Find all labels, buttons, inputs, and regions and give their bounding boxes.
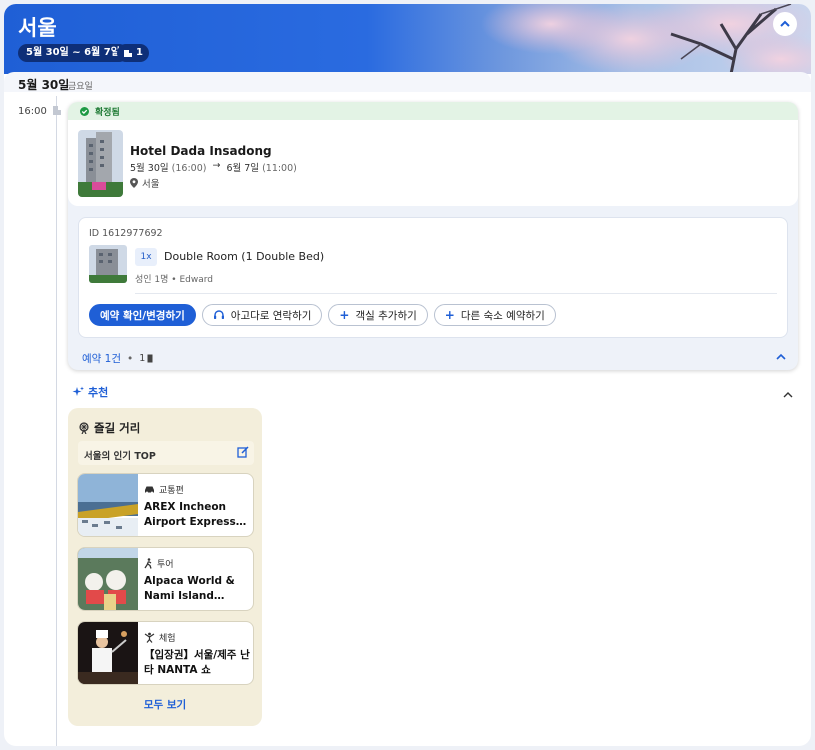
booking-count-toggle[interactable]: 예약 1건 • 1 [82,351,153,366]
recommend-title: 추천 [88,386,109,399]
room-count: 1 [139,353,153,364]
city-title: 서울 [18,16,57,40]
room-photo [89,245,127,283]
divider [135,293,777,294]
rooms-count: 1 [136,47,143,58]
activity-photo [78,548,138,610]
timeline-time: 16:00 [18,106,47,117]
activity-card-arex[interactable]: 교통편 AREX Incheon Airport Express… [77,473,254,537]
recommend-header: 추천 [72,384,108,400]
check-circle-icon [80,106,89,116]
guest-info: 성인 1명 • Edward [135,275,213,285]
activity-category-label: 교통편 [159,486,184,496]
activities-panel: 즐길 거리 서울의 인기 TOP 교통편 AREX Incheon Airpor… [68,408,262,726]
activity-category: 체험 [144,631,176,644]
checkout-time: (11:00) [262,163,297,174]
headset-icon [213,310,224,319]
room-quantity: 1x [135,248,157,266]
car-icon [145,486,154,494]
hotel-summary[interactable]: Hotel Dada Insadong 5월 30일 (16:00) → 6월 … [68,120,798,206]
checkout-date: 6월 7일 [226,163,260,174]
activity-card-alpaca[interactable]: 투어 Alpaca World & Nami Island… [77,547,254,611]
plus-icon: + [444,308,455,322]
contact-agoda-label: 아고다로 연락하기 [230,309,312,322]
checkin-time: (16:00) [171,163,207,174]
edit-icon[interactable] [236,445,250,459]
map-pin-icon [130,178,138,188]
day-header: 5월 30일 금요일 [4,72,811,92]
collapse-header-button[interactable] [773,12,797,36]
popular-top-label: 서울의 인기 TOP [84,451,156,462]
arrow-icon: → [212,160,221,171]
activity-name: AREX Incheon Airport Express… [144,501,247,528]
chevron-up-icon [780,20,790,27]
activities-title-row: 즐길 거리 [78,420,140,436]
activity-photo [78,622,138,684]
book-other-stay-label: 다른 숙소 예약하기 [460,309,545,322]
room-details: ID 1612977692 1x Double Room (1 Double B… [78,217,788,338]
popular-top-header: 서울의 인기 TOP [78,441,254,465]
hotel-location: 서울 [130,176,159,190]
see-all-link[interactable]: 모두 보기 [68,697,262,712]
contact-agoda-button[interactable]: 아고다로 연락하기 [201,304,323,326]
date-range-chip: 5월 30일 ~ 6월 7일 [18,44,128,62]
checkin-date: 5월 30일 [130,163,169,174]
timeline-line [56,96,57,746]
door-icon [147,354,153,363]
hotel-name[interactable]: Hotel Dada Insadong [130,144,272,158]
day-weekday: 금요일 [68,82,93,92]
activity-card-nanta[interactable]: 체험 【입장권】서울/제주 난타 NANTA 쇼 [77,621,254,685]
trip-banner: 서울 5월 30일 ~ 6월 7일 1 [4,4,811,74]
activities-title: 즐길 거리 [94,421,141,435]
plus-icon: + [339,308,350,322]
activity-name: Alpaca World & Nami Island… [144,575,235,602]
status-text: 확정됨 [95,107,120,118]
book-other-stay-button[interactable]: + 다른 숙소 예약하기 [433,304,556,326]
cherry-blossom-image [481,4,811,74]
stay-dates: 5월 30일 (16:00) → 6월 7일 (11:00) [130,160,297,174]
activity-photo [78,474,138,536]
chevron-up-icon[interactable] [774,350,788,364]
rooms-chip: 1 [117,44,149,62]
hotel-photo [78,130,123,197]
performer-icon [144,632,155,643]
activity-category: 교통편 [144,483,184,496]
trip-frame: 서울 5월 30일 ~ 6월 7일 1 5월 30일 금요일 16:00 확정됨 [4,4,811,746]
status-badge: 확정됨 [68,102,798,120]
confirm-change-button[interactable]: 예약 확인/변경하기 [89,304,196,326]
day-date: 5월 30일 [18,78,70,92]
reservation-id: ID 1612977692 [89,228,163,239]
room-count-value: 1 [139,353,146,364]
activity-category-label: 체험 [159,634,176,644]
walking-icon [144,558,152,569]
activity-category-label: 투어 [157,560,174,570]
add-room-label: 객실 추가하기 [355,309,417,322]
hotel-icon [53,106,61,115]
hotel-icon [124,50,132,57]
activity-category: 투어 [144,557,174,570]
separator-dot: • [127,352,134,365]
location-text: 서울 [142,179,160,190]
room-name: Double Room (1 Double Bed) [164,250,325,263]
booking-actions: 예약 확인/변경하기 아고다로 연락하기 + 객실 추가하기 + 다른 숙소 예… [89,304,556,326]
sparkle-icon [72,386,84,396]
booking-count-label: 예약 1건 [82,353,121,365]
ferris-wheel-icon [79,422,89,434]
booking-card: 확정됨 Hotel Dada Insadong 5월 30일 (16:00) →… [68,102,798,370]
activity-name: 【입장권】서울/제주 난타 NANTA 쇼 [144,649,250,676]
chevron-up-icon[interactable] [781,388,795,402]
add-room-button[interactable]: + 객실 추가하기 [328,304,428,326]
